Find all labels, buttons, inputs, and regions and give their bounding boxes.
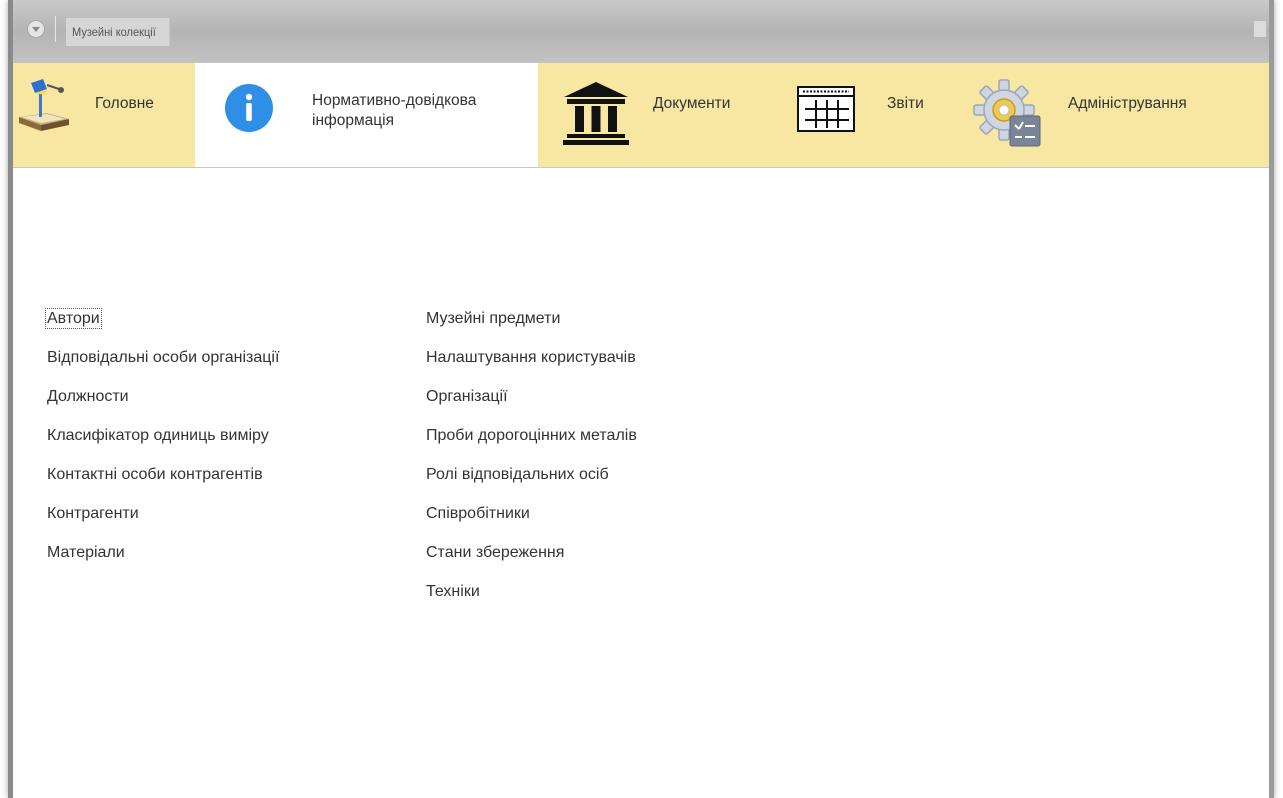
link-positions[interactable]: Должности [47, 384, 279, 423]
gear-settings-icon [973, 79, 1041, 147]
link-user-settings[interactable]: Налаштування користувачів [426, 345, 637, 384]
museum-building-icon [563, 82, 629, 145]
link-responsible-persons[interactable]: Відповідальні особи організації [47, 345, 279, 384]
link-counterparties[interactable]: Контрагенти [47, 501, 279, 540]
links-column-left: Автори Відповідальні особи організації Д… [45, 306, 279, 579]
section-reference-info-label: Нормативно-довідкова інформація [312, 92, 477, 129]
link-museum-items[interactable]: Музейні предмети [426, 306, 637, 345]
title-separator [55, 16, 56, 42]
link-precious-metal-assays[interactable]: Проби дорогоцінних металів [426, 423, 637, 462]
section-documents-label: Документи [653, 95, 731, 112]
section-main[interactable]: Головне [13, 63, 195, 167]
link-units-classifier[interactable]: Класифікатор одиниць виміру [47, 423, 279, 462]
link-preservation-states[interactable]: Стани збереження [426, 540, 637, 579]
section-documents[interactable]: Документи [538, 63, 778, 167]
save-icon[interactable] [1253, 20, 1267, 38]
window-title: Музейні колекції [66, 18, 171, 46]
section-reports[interactable]: Звіти [778, 63, 958, 167]
desk-lamp-icon [19, 79, 69, 131]
section-administration[interactable]: Адміністрування [958, 63, 1274, 167]
main-menu-button[interactable] [27, 20, 45, 38]
links-column-right: Музейні предмети Налаштування користувач… [426, 306, 637, 618]
section-reports-label: Звіти [887, 95, 924, 112]
link-techniques[interactable]: Техніки [426, 579, 637, 618]
info-icon [225, 84, 273, 132]
report-table-icon [797, 86, 855, 132]
section-administration-label: Адміністрування [1068, 95, 1187, 112]
link-organizations[interactable]: Організації [426, 384, 637, 423]
link-materials[interactable]: Матеріали [47, 540, 279, 579]
link-employees[interactable]: Співробітники [426, 501, 637, 540]
app-window: Музейні колекції Головне Нормативно-дові… [8, 0, 1274, 798]
link-authors[interactable]: Автори [45, 306, 279, 345]
section-panel: Головне Нормативно-довідкова інформація … [13, 63, 1269, 168]
section-reference-info[interactable]: Нормативно-довідкова інформація [195, 63, 538, 167]
title-bar: Музейні колекції [13, 0, 1269, 63]
link-contact-persons[interactable]: Контактні особи контрагентів [47, 462, 279, 501]
link-responsible-roles[interactable]: Ролі відповідальних осіб [426, 462, 637, 501]
section-main-label: Головне [95, 95, 154, 112]
